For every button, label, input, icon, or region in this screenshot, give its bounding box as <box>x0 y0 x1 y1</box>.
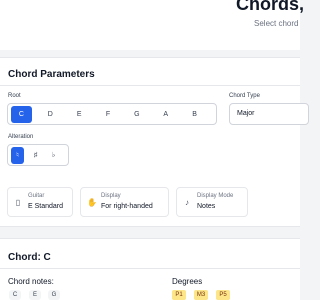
alteration-sharp[interactable]: ♯ <box>29 147 42 164</box>
root-option-e[interactable]: E <box>69 106 90 123</box>
display-info-card[interactable]: ✋ Display For right-handed <box>80 187 169 217</box>
chord-type-label: Chord Type <box>229 93 260 99</box>
page-subtitle: Select chord <box>254 19 299 28</box>
degree-chip: P1 <box>172 290 186 300</box>
root-option-b[interactable]: B <box>184 106 205 123</box>
chord-title: Chord: C <box>8 252 51 263</box>
note-chip: C <box>9 290 21 300</box>
root-option-g[interactable]: G <box>126 106 147 123</box>
root-option-d[interactable]: D <box>40 106 61 123</box>
guitar-info-key: Guitar <box>28 193 45 199</box>
display-mode-info-key: Display Mode <box>197 193 234 199</box>
degree-chip: P5 <box>216 290 230 300</box>
note-chip: E <box>29 290 41 300</box>
hand-icon: ✋ <box>87 198 97 207</box>
alteration-natural[interactable]: ♮ <box>11 146 24 164</box>
display-info-value: For right-handed <box>101 203 153 210</box>
page-title: Chords, <box>236 0 305 14</box>
guitar-info-card[interactable]: ▯ Guitar E Standard <box>7 187 73 217</box>
display-mode-info-card[interactable]: ♪ Display Mode Notes <box>176 187 248 217</box>
display-mode-info-value: Notes <box>197 203 216 210</box>
music-note-icon: ♪ <box>185 198 189 207</box>
alteration-label: Alteration <box>8 134 34 140</box>
root-label: Root <box>8 93 21 99</box>
alteration-selector: ♮ ♯ ♭ <box>7 144 69 166</box>
divider <box>0 85 300 86</box>
page-header: Chords, Select chord <box>0 0 304 50</box>
note-chip: G <box>48 290 60 300</box>
section-title-chord-parameters: Chord Parameters <box>8 69 95 80</box>
display-info-key: Display <box>101 193 121 199</box>
alteration-flat[interactable]: ♭ <box>47 147 60 164</box>
guitar-icon: ▯ <box>15 198 21 207</box>
degrees-label: Degrees <box>172 277 203 286</box>
chord-parameters-card: Chord Parameters Root C D E F G A B Chor… <box>0 57 309 227</box>
root-option-f[interactable]: F <box>98 106 119 123</box>
divider <box>0 268 300 269</box>
degree-chip: M3 <box>194 290 208 300</box>
chord-type-select[interactable]: Major <box>229 103 309 125</box>
chord-notes-label: Chord notes: <box>8 277 54 286</box>
guitar-info-value: E Standard <box>28 203 64 210</box>
chord-card: Chord: C Chord notes: Degrees <box>0 238 300 300</box>
root-option-a[interactable]: A <box>155 106 176 123</box>
root-selector: C D E F G A B <box>7 103 217 125</box>
root-option-c[interactable]: C <box>11 105 32 123</box>
